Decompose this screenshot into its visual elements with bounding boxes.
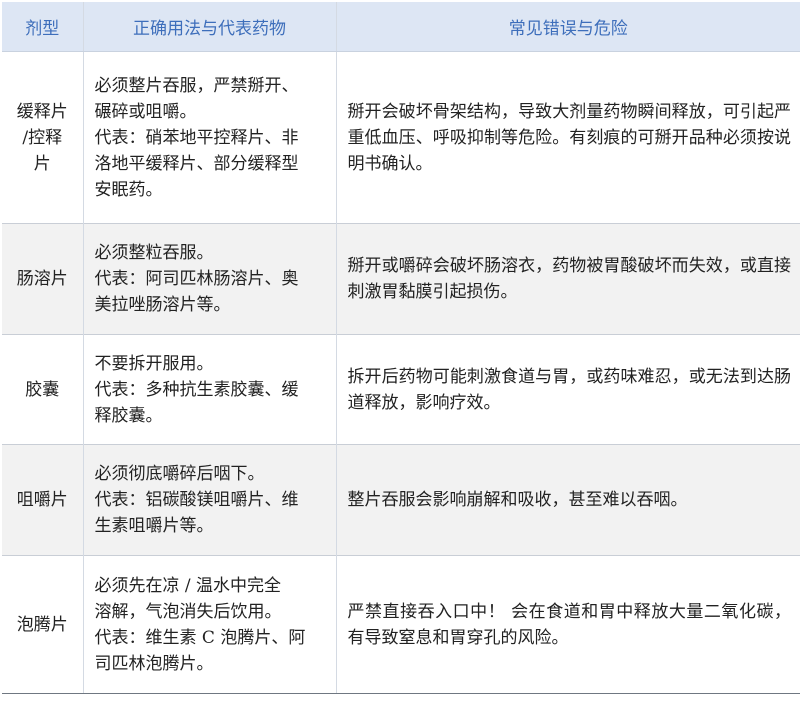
cell-risk: 严禁直接吞入口中！ 会在食道和胃中释放大量二氧化碳，有导致窒息和胃穿孔的风险。 [335, 555, 800, 694]
cell-usage: 必须整片吞服，严禁掰开、 碾碎或咀嚼。 代表：硝苯地平控释片、非 洛地平缓释片、… [82, 51, 336, 224]
cell-usage: 必须彻底嚼碎后咽下。 代表：铝碳酸镁咀嚼片、维 生素咀嚼片等。 [82, 444, 336, 556]
cell-usage: 必须整粒吞服。 代表：阿司匹林肠溶片、奥 美拉唑肠溶片等。 [82, 223, 336, 335]
cell-risk: 掰开会破坏骨架结构，导致大剂量药物瞬间释放，可引起严重低血压、呼吸抑制等危险。有… [335, 51, 800, 224]
table-row: 肠溶片 必须整粒吞服。 代表：阿司匹林肠溶片、奥 美拉唑肠溶片等。 掰开或嚼碎会… [2, 223, 800, 335]
cell-risk: 拆开后药物可能刺激食道与胃，或药味难忍，或无法到达肠道释放，影响疗效。 [335, 334, 800, 445]
header-usage: 正确用法与代表药物 [82, 2, 336, 52]
header-risk: 常见错误与危险 [335, 2, 800, 52]
cell-type: 泡腾片 [2, 555, 83, 694]
cell-usage: 不要拆开服用。 代表：多种抗生素胶囊、缓 释胶囊。 [82, 334, 336, 445]
cell-risk: 整片吞服会影响崩解和吸收，甚至难以吞咽。 [335, 444, 800, 556]
table-row: 泡腾片 必须先在凉 / 温水中完全 溶解，气泡消失后饮用。 代表：维生素 C 泡… [2, 555, 800, 694]
table-row: 咀嚼片 必须彻底嚼碎后咽下。 代表：铝碳酸镁咀嚼片、维 生素咀嚼片等。 整片吞服… [2, 444, 800, 556]
table-row: 胶囊 不要拆开服用。 代表：多种抗生素胶囊、缓 释胶囊。 拆开后药物可能刺激食道… [2, 334, 800, 445]
header-type: 剂型 [2, 2, 83, 52]
dosage-form-table: 剂型 正确用法与代表药物 常见错误与危险 缓释片 /控释 片 必须整片吞服，严禁… [2, 2, 800, 694]
cell-type: 肠溶片 [2, 223, 83, 335]
cell-type: 咀嚼片 [2, 444, 83, 556]
table-row: 缓释片 /控释 片 必须整片吞服，严禁掰开、 碾碎或咀嚼。 代表：硝苯地平控释片… [2, 51, 800, 224]
cell-type: 缓释片 /控释 片 [2, 51, 83, 224]
cell-risk: 掰开或嚼碎会破坏肠溶衣，药物被胃酸破坏而失效，或直接刺激胃黏膜引起损伤。 [335, 223, 800, 335]
cell-usage: 必须先在凉 / 温水中完全 溶解，气泡消失后饮用。 代表：维生素 C 泡腾片、阿… [82, 555, 336, 694]
cell-type: 胶囊 [2, 334, 83, 445]
header-row: 剂型 正确用法与代表药物 常见错误与危险 [2, 2, 800, 52]
